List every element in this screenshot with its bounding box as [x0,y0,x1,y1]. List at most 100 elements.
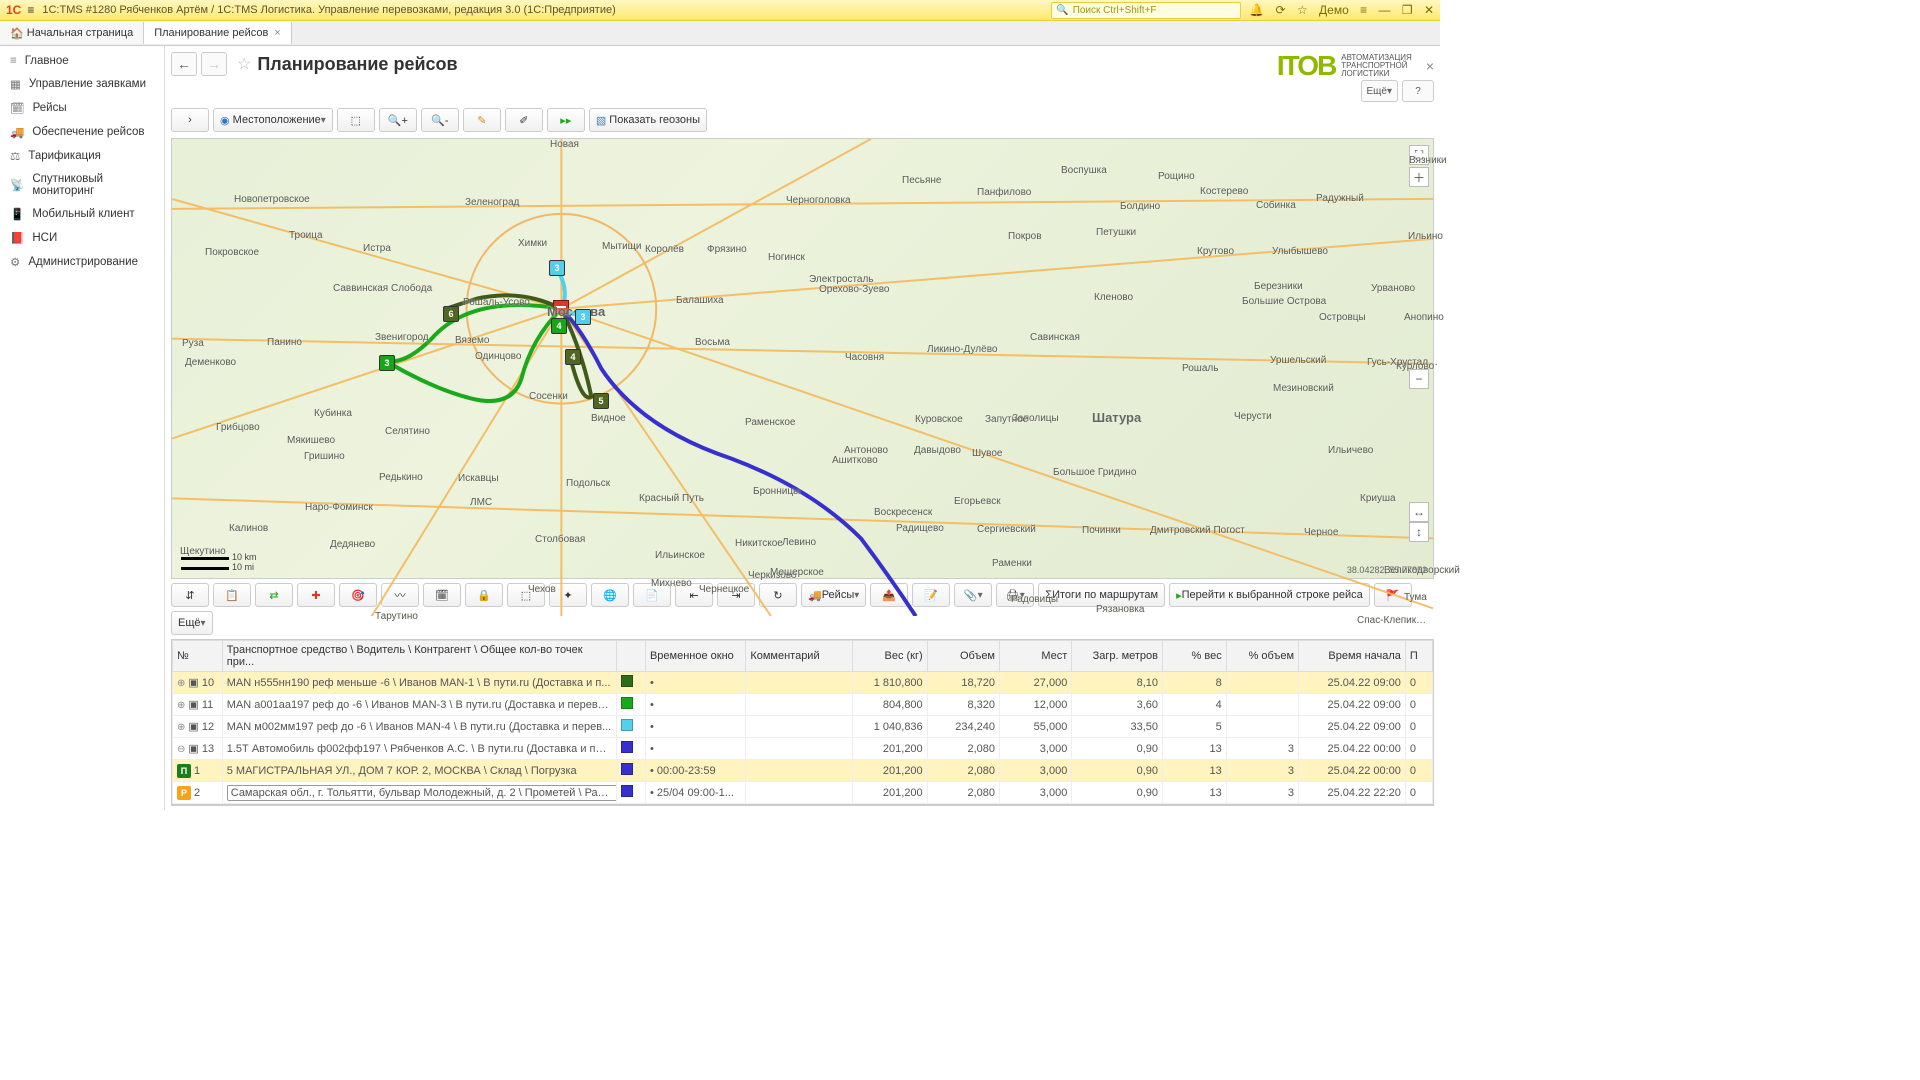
tab-route-planning[interactable]: Планирование рейсов × [144,22,292,44]
city-label: Балашиха [676,295,724,306]
mobile-icon: 📱 [10,207,24,221]
city-label: Черноголовка [786,195,851,206]
settings-icon[interactable]: ≡ [1360,3,1367,17]
table-row[interactable]: Р 2Самарская обл., г. Тольятти, бульвар … [173,782,1433,804]
city-label: Черусти [1234,411,1272,422]
city-label: Радищево [896,523,944,534]
play-button[interactable]: ▸▸ [547,108,585,132]
city-label: Чехов [528,584,556,595]
minimize-button[interactable]: — [1378,3,1390,17]
route-marker[interactable]: 4 [551,318,567,334]
city-label: Орехово-Зуево [819,284,889,295]
sidebar-item-admin[interactable]: ⚙Администрирование [0,250,164,274]
city-label: Мякишево [287,435,335,446]
gear-icon: ⚙ [10,255,20,269]
city-label: Левино [782,537,816,548]
zoom-in-button[interactable]: 🔍+ [379,108,417,132]
help-button[interactable]: ? [1402,80,1434,102]
fit-markers-button[interactable]: ⬚ [337,108,375,132]
map-collapse-v-button[interactable]: ↕ [1409,522,1429,542]
eraser-button[interactable]: ✐ [505,108,543,132]
map[interactable]: 10 km 10 mi 38.04282, 55.77852 ⛶ ＋ ↔ − ↕… [171,138,1434,579]
header-more-button[interactable]: Ещё [1361,80,1399,102]
city-label: Ногинск [768,252,805,263]
city-label: Раменское [745,417,795,428]
route-marker[interactable]: 6 [443,306,459,322]
star-icon[interactable]: ☆ [1297,3,1308,17]
geozones-button[interactable]: ▧ Показать геозоны [589,108,707,132]
city-label: Руза [182,338,204,349]
city-label: Редькино [379,472,423,483]
route-marker[interactable]: 3 [549,260,565,276]
tab-start-page[interactable]: 🏠 Начальная страница [0,22,144,44]
city-label: Троица [289,230,323,241]
close-page-button[interactable]: × [1426,58,1434,74]
sidebar-item-nsi[interactable]: 📕НСИ [0,226,164,250]
map-plus-button[interactable]: ＋ [1409,167,1429,187]
sidebar-item-monitoring[interactable]: 📡Спутниковый мониторинг [0,168,164,202]
bell-icon[interactable]: 🔔 [1249,3,1264,17]
sidebar-item-requests[interactable]: ▦Управление заявками [0,72,164,96]
city-label: Петушки [1096,227,1136,238]
demo-label[interactable]: Демо [1319,3,1349,17]
table-row[interactable]: П 15 МАГИСТРАЛЬНАЯ УЛ., ДОМ 7 КОР. 2, МО… [173,760,1433,782]
table-row[interactable]: ⊖▣ 131.5Т Автомобиль ф002фф197 \ Рябченк… [173,738,1433,760]
city-label: Куровское [915,414,963,425]
main-menu-button[interactable]: ≡ [27,3,34,17]
panel-toggle-button[interactable]: › [171,108,209,132]
city-label: Криуша [1360,493,1396,504]
city-label: Дмитровский Погост [1150,525,1245,536]
table-row[interactable]: ⊕▣ 12MAN м002мм197 реф до -6 \ Иванов MA… [173,716,1433,738]
sidebar-item-mobile[interactable]: 📱Мобильный клиент [0,202,164,226]
city-label: Костерево [1200,186,1248,197]
close-window-button[interactable]: ✕ [1424,3,1434,17]
city-label: Мезиновский [1273,383,1334,394]
scale-icon: ⚖ [10,149,20,163]
map-collapse-h-button[interactable]: ↔ [1409,502,1429,522]
city-label: Истра [363,243,391,254]
tab-bar: 🏠 Начальная страница Планирование рейсов… [0,21,1440,46]
maximize-button[interactable]: ❐ [1402,3,1413,17]
city-label: Раменки [992,558,1032,569]
history-icon[interactable]: ⟳ [1276,3,1286,17]
h-scrollbar[interactable] [172,804,1433,806]
app-logo: 1С [6,3,21,17]
city-label: Сергиевский [977,524,1036,535]
map-minus-button[interactable]: − [1409,369,1429,389]
city-label: Видное [591,413,626,424]
sidebar-item-routes[interactable]: 🗓Рейсы [0,96,164,120]
route-marker[interactable]: 3 [379,355,395,371]
sidebar-item-main[interactable]: ≡Главное [0,50,164,72]
city-label: Давыдово [914,445,961,456]
city-label: Ильичево [1328,445,1373,456]
sidebar-item-tariffs[interactable]: ⚖Тарификация [0,144,164,168]
city-label: Ликино-Дулёво [927,344,997,355]
city-label: Сосенки [529,391,568,402]
city-label: Гришино [304,451,345,462]
close-tab-button[interactable]: × [274,27,280,39]
nav-forward-button[interactable]: → [201,52,227,76]
brand-logo: ITOB АВТОМАТИЗАЦИЯ ТРАНСПОРТНОЙ ЛОГИСТИК… [1277,50,1412,82]
city-label: Селятино [385,426,430,437]
location-dropdown[interactable]: ◉ Местоположение [213,108,333,132]
sidebar-item-supply[interactable]: 🚚Обеспечение рейсов [0,120,164,144]
city-label: Бронницы [753,486,800,497]
route-marker[interactable]: 3 [575,309,591,325]
city-label: Тарутино [375,611,418,622]
favorite-star-icon[interactable]: ☆ [237,54,251,74]
zoom-out-button[interactable]: 🔍- [421,108,459,132]
city-label: Большое Гридино [1053,467,1136,478]
city-label: Собинка [1256,200,1296,211]
city-label: Электросталь [809,274,874,285]
table-row[interactable]: ⊕▣ 10MAN н555нн190 реф меньше -6 \ Ивано… [173,672,1433,694]
city-label: Тума [1404,592,1427,603]
city-label: Грибцово [216,422,260,433]
city-label: Восьма [695,337,730,348]
table-row[interactable]: ⊕▣ 11MAN а001аа197 реф до -6 \ Иванов MA… [173,694,1433,716]
draw-pencil-button[interactable]: ✎ [463,108,501,132]
nav-back-button[interactable]: ← [171,52,197,76]
global-search-input[interactable]: 🔍 Поиск Ctrl+Shift+F [1051,2,1241,19]
route-marker[interactable]: 5 [593,393,609,409]
city-label: Рошаль [1182,363,1218,374]
route-marker[interactable]: 4 [565,349,581,365]
